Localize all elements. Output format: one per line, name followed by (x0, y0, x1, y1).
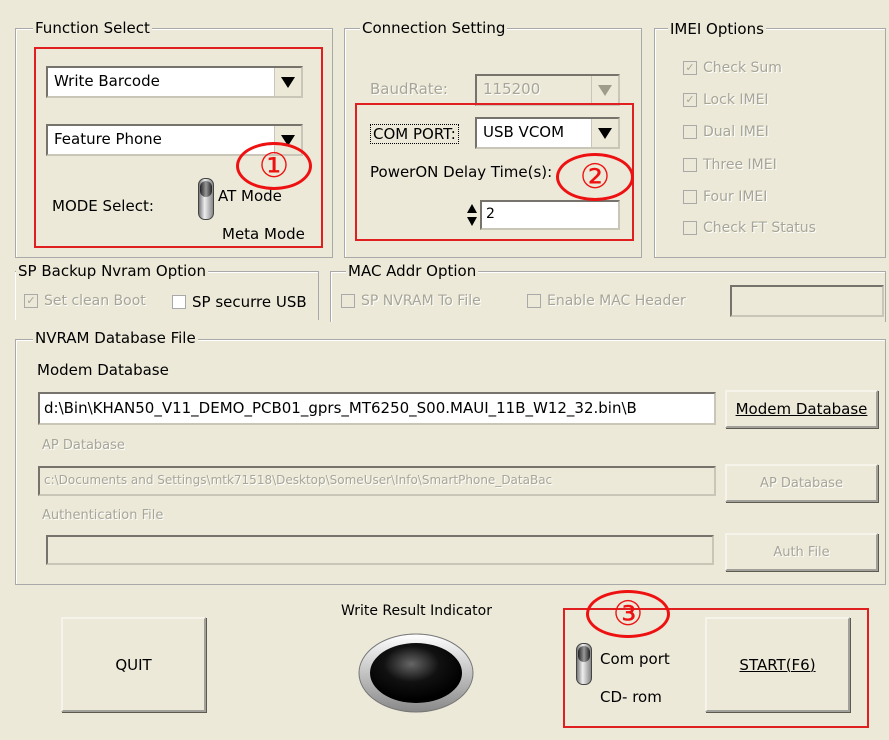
authentication-file-label: Authentication File (42, 508, 164, 523)
mode-toggle-switch[interactable] (198, 178, 214, 220)
three-imei-label: Three IMEI (703, 157, 777, 173)
com-port-combo-value: USB VCOM (483, 123, 565, 141)
sp-secure-usb-checkbox[interactable]: SP securre USB (172, 293, 307, 311)
check-ft-status-checkbox[interactable]: Check FT Status (683, 220, 816, 236)
modem-database-button[interactable]: Modem Database (725, 390, 878, 428)
sp-nvram-to-file-label: SP NVRAM To File (361, 293, 481, 309)
sp-nvram-to-file-checkbox[interactable]: SP NVRAM To File (341, 293, 481, 309)
checkbox-box (683, 221, 697, 235)
lock-imei-checkbox[interactable]: ✓ Lock IMEI (683, 92, 769, 108)
ap-database-label: AP Database (42, 438, 125, 453)
mac-address-input[interactable] (730, 285, 884, 317)
check-ft-status-label: Check FT Status (703, 220, 816, 236)
baudrate-combo-value: 115200 (483, 80, 541, 98)
modem-database-button-label: Modem Database (735, 400, 868, 418)
quit-button[interactable]: QUIT (61, 617, 206, 712)
function-select-legend: Function Select (33, 19, 152, 37)
mode-select-label: MODE Select: (52, 197, 154, 215)
dual-imei-checkbox[interactable]: Dual IMEI (683, 124, 769, 140)
com-port-label: COM PORT: (370, 124, 459, 144)
chevron-down-icon[interactable] (591, 76, 618, 104)
lock-imei-label: Lock IMEI (703, 92, 769, 108)
poweron-delay-label: PowerON Delay Time(s): (370, 163, 553, 181)
cd-rom-option-label: CD- rom (600, 688, 662, 706)
baudrate-label: BaudRate: (370, 80, 448, 98)
checkbox-box (683, 190, 697, 204)
checkbox-box (341, 294, 355, 308)
checkbox-box (527, 294, 541, 308)
spin-arrows-icon[interactable] (466, 202, 478, 228)
check-sum-label: Check Sum (703, 60, 782, 76)
phone-type-combo-value: Feature Phone (54, 130, 162, 148)
checkbox-box (683, 125, 697, 139)
nvram-database-legend: NVRAM Database File (33, 329, 198, 347)
set-clean-boot-checkbox[interactable]: ✓ Set clean Boot (24, 293, 146, 309)
enable-mac-header-checkbox[interactable]: Enable MAC Header (527, 293, 686, 309)
annotation-circle-1: ① (236, 142, 312, 190)
four-imei-label: Four IMEI (703, 189, 768, 205)
baudrate-combo[interactable]: 115200 (475, 74, 620, 106)
write-result-indicator-label: Write Result Indicator (341, 603, 492, 619)
function-combo[interactable]: Write Barcode (46, 66, 303, 98)
ap-database-button-label: AP Database (760, 475, 843, 491)
checkbox-box (683, 158, 697, 172)
mode-option-meta: Meta Mode (222, 225, 305, 243)
sp-secure-usb-label: SP securre USB (192, 293, 307, 311)
start-button-label: START(F6) (739, 655, 816, 674)
com-port-option-label: Com port (600, 650, 670, 668)
annotation-circle-3: ③ (586, 590, 670, 638)
modem-database-label: Modem Database (37, 361, 169, 379)
ap-database-path[interactable]: c:\Documents and Settings\mtk71518\Deskt… (38, 466, 716, 496)
authentication-file-path[interactable] (46, 535, 714, 565)
three-imei-checkbox[interactable]: Three IMEI (683, 157, 777, 173)
checkbox-box (172, 295, 186, 309)
enable-mac-header-label: Enable MAC Header (547, 293, 686, 309)
four-imei-checkbox[interactable]: Four IMEI (683, 189, 767, 205)
mac-addr-legend: MAC Addr Option (346, 262, 479, 280)
imei-options-legend: IMEI Options (668, 20, 766, 38)
write-result-indicator-light (357, 632, 475, 714)
chevron-down-icon[interactable] (274, 68, 301, 96)
annotation-circle-2: ② (556, 153, 634, 201)
set-clean-boot-label: Set clean Boot (44, 293, 146, 309)
modem-database-path[interactable]: d:\Bin\KHAN50_V11_DEMO_PCB01_gprs_MT6250… (38, 392, 716, 425)
connection-setting-legend: Connection Setting (360, 19, 508, 37)
dual-imei-label: Dual IMEI (703, 124, 769, 140)
ap-database-path-text: c:\Documents and Settings\mtk71518\Deskt… (44, 473, 553, 487)
poweron-delay-input[interactable]: 2 (480, 200, 620, 230)
chevron-down-icon[interactable] (591, 119, 618, 147)
quit-button-label: QUIT (115, 655, 152, 674)
sp-backup-legend: SP Backup Nvram Option (16, 262, 208, 280)
function-combo-value: Write Barcode (54, 72, 160, 90)
checkmark-icon: ✓ (683, 61, 697, 75)
com-port-combo[interactable]: USB VCOM (475, 117, 620, 149)
com-port-toggle-switch[interactable] (576, 643, 592, 685)
auth-file-button[interactable]: Auth File (725, 533, 878, 571)
checkmark-icon: ✓ (24, 294, 38, 308)
checkmark-icon: ✓ (683, 93, 697, 107)
ap-database-button[interactable]: AP Database (725, 464, 878, 502)
auth-file-button-label: Auth File (773, 544, 830, 560)
start-button[interactable]: START(F6) (705, 617, 850, 712)
check-sum-checkbox[interactable]: ✓ Check Sum (683, 60, 782, 76)
